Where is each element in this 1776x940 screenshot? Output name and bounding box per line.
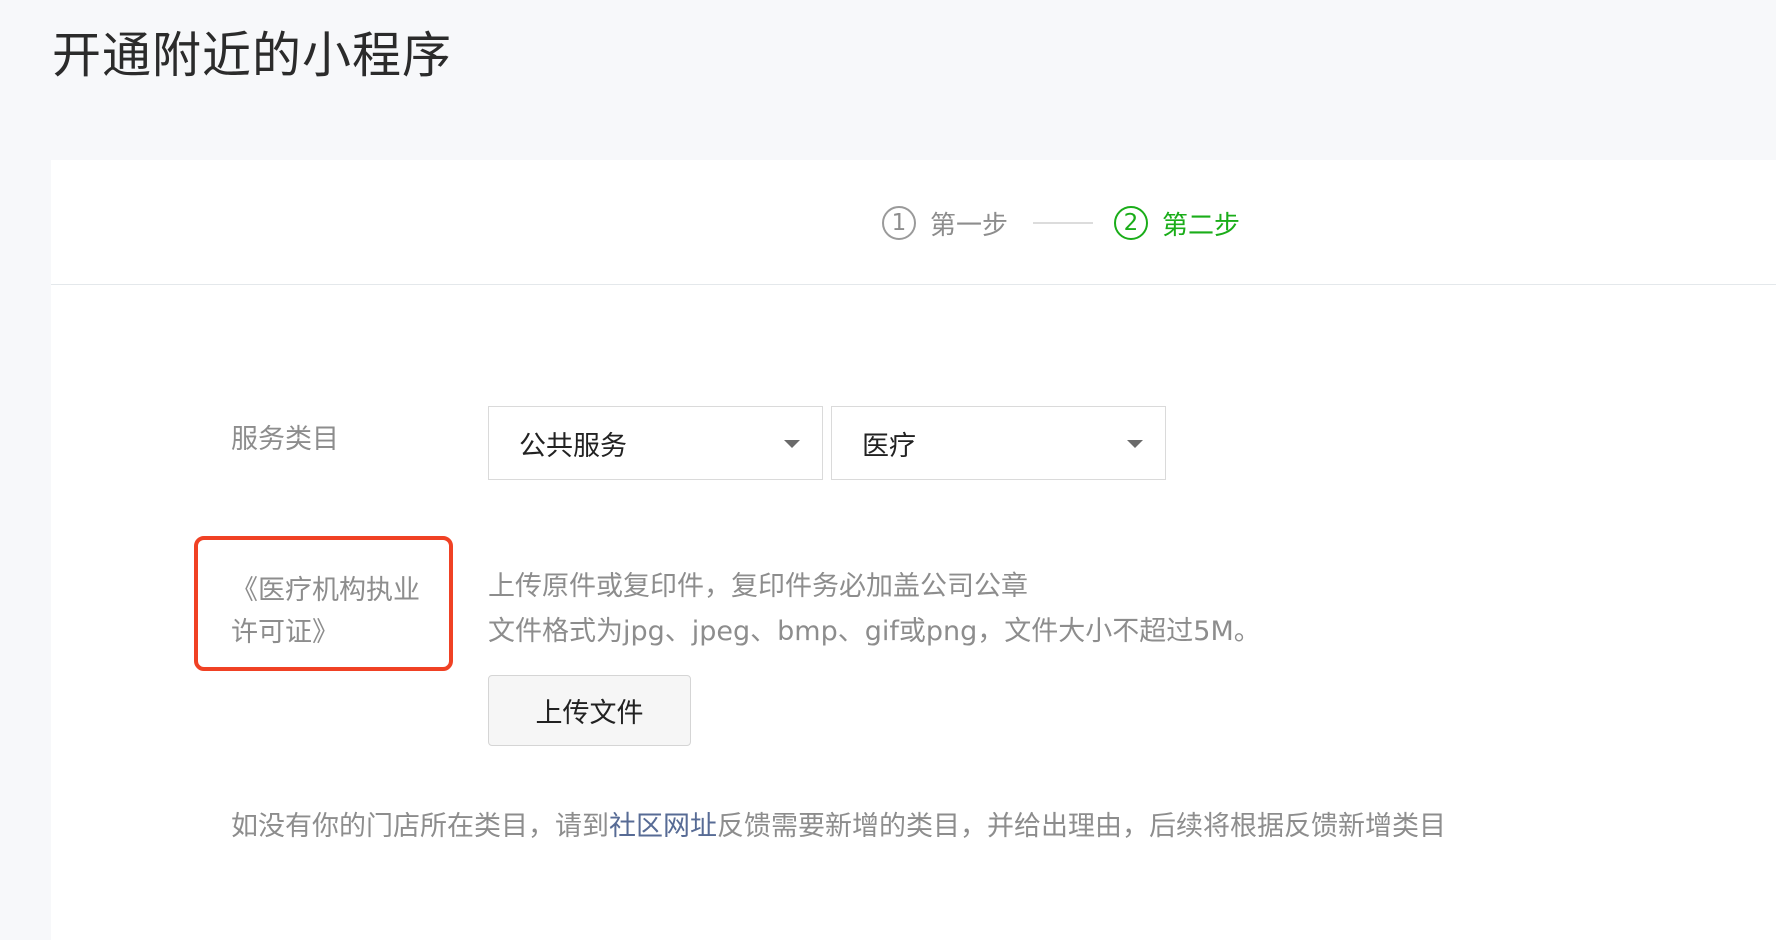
step-1-label: 第一步 — [930, 210, 1009, 241]
step-1-number: 1 — [882, 206, 916, 240]
footer-text-before: 如没有你的门店所在类目，请到 — [231, 811, 609, 842]
upload-tip-format: 文件格式为jpg、jpeg、bmp、gif或png，文件大小不超过5M。 — [488, 616, 1261, 647]
page-title: 开通附近的小程序 — [52, 27, 453, 84]
caret-down-icon — [784, 440, 800, 448]
primary-category-select[interactable]: 公共服务 — [488, 406, 823, 480]
license-label: 《医疗机构执业许可证》 — [231, 575, 420, 648]
step-2-number: 2 — [1114, 206, 1148, 240]
secondary-category-select[interactable]: 医疗 — [831, 406, 1166, 480]
form-card: 1 第一步 2 第二步 服务类目 公共服务 医疗 《医疗机构执业许可证》 上传原… — [51, 160, 1776, 940]
footer-note: 如没有你的门店所在类目，请到社区网址反馈需要新增的类目，并给出理由，后续将根据反… — [231, 807, 1446, 847]
primary-category-value: 公共服务 — [519, 430, 627, 462]
community-link[interactable]: 社区网址 — [609, 811, 717, 842]
upload-file-button[interactable]: 上传文件 — [488, 675, 691, 746]
upload-tip-requirement: 上传原件或复印件，复印件务必加盖公司公章 — [488, 571, 1028, 602]
footer-text-after: 反馈需要新增的类目，并给出理由，后续将根据反馈新增类目 — [717, 811, 1446, 842]
steps-bar: 1 第一步 2 第二步 — [51, 160, 1776, 285]
step-1: 1 第一步 — [882, 203, 1008, 243]
service-category-label: 服务类目 — [231, 424, 339, 455]
secondary-category-value: 医疗 — [862, 430, 916, 462]
step-connector — [1033, 222, 1093, 224]
step-2: 2 第二步 — [1114, 203, 1240, 243]
caret-down-icon — [1127, 440, 1143, 448]
step-2-label: 第二步 — [1162, 210, 1241, 241]
